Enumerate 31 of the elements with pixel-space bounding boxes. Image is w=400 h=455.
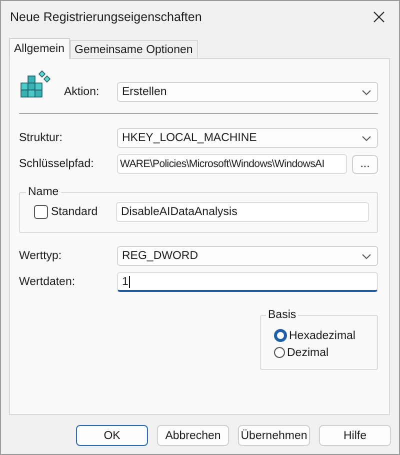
field-label: Wertdaten: xyxy=(19,276,76,288)
checkbox-label: Standard xyxy=(51,206,98,218)
checkbox[interactable] xyxy=(34,205,48,219)
dialog-button[interactable]: Hilfe xyxy=(319,425,391,446)
name-field[interactable]: DisableAIDataAnalysis xyxy=(116,202,369,222)
browse-button[interactable]: ... xyxy=(352,154,378,174)
radio-label: Dezimal xyxy=(287,346,329,358)
key-path-field[interactable]: WARE\Policies\Microsoft\Windows\WindowsAI xyxy=(117,154,347,174)
tab[interactable]: Allgemein xyxy=(9,38,70,59)
group-title: Basis xyxy=(267,309,298,321)
field-label: Schlüsselpfad: xyxy=(19,158,95,170)
radio-label: Hexadezimal xyxy=(289,330,356,342)
close-icon[interactable] xyxy=(373,11,385,23)
field-label: Aktion: xyxy=(64,86,100,98)
chevron-icon xyxy=(362,254,371,258)
action-dropdown[interactable]: Erstellen xyxy=(117,82,378,102)
chevron-icon xyxy=(362,136,371,140)
value-data-field[interactable]: 1 xyxy=(117,272,378,292)
radio-button[interactable] xyxy=(274,329,287,342)
chevron-icon xyxy=(362,90,371,94)
dialog-button[interactable]: Übernehmen xyxy=(238,425,310,446)
structure-dropdown[interactable]: HKEY_LOCAL_MACHINE xyxy=(117,128,378,148)
field-label: Struktur: xyxy=(19,132,64,144)
tab[interactable]: Gemeinsame Optionen xyxy=(70,40,198,58)
dialog-button[interactable]: Abbrechen xyxy=(157,425,229,446)
radio-button[interactable] xyxy=(274,347,285,358)
window-title: Neue Registrierungseigenschaften xyxy=(10,10,202,24)
group-title: Name xyxy=(27,186,60,198)
dialog-button[interactable]: OK xyxy=(76,425,148,446)
field-label: Werttyp: xyxy=(19,250,63,262)
value-type-dropdown[interactable]: REG_DWORD xyxy=(117,246,378,266)
